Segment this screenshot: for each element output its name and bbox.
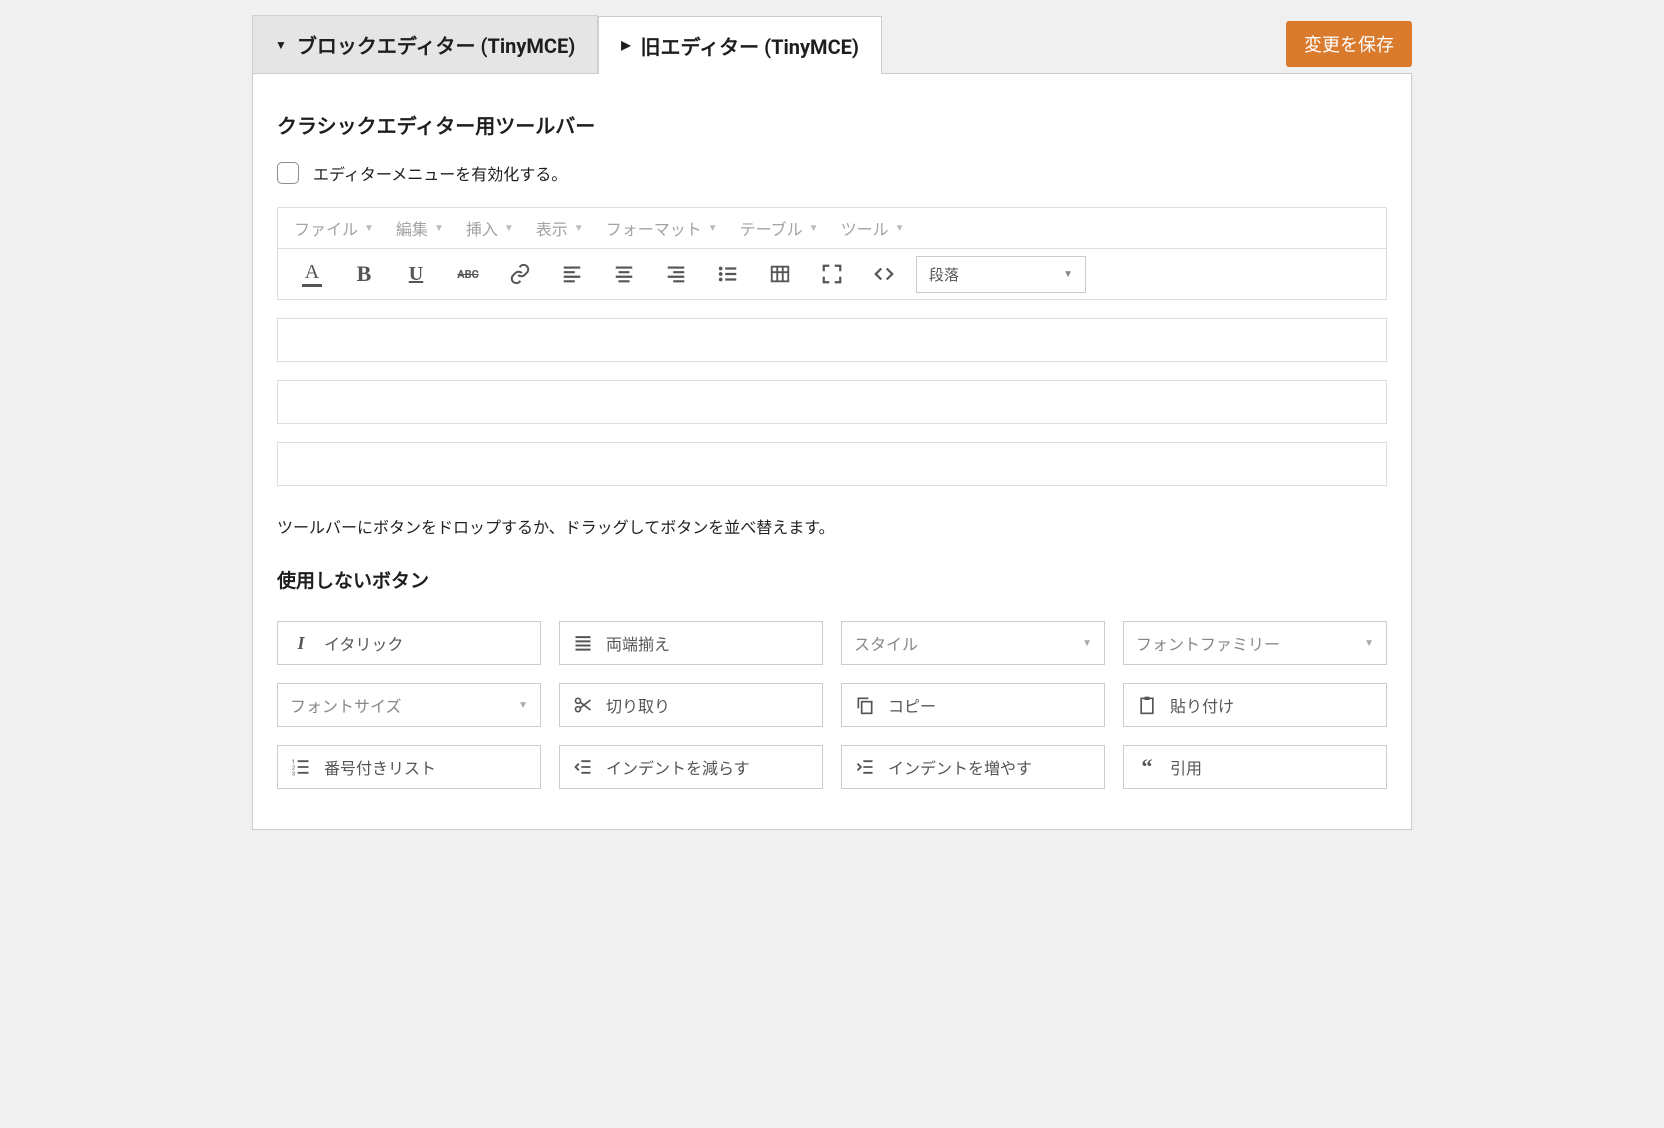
toolbar-row-3[interactable] bbox=[277, 380, 1387, 424]
chevron-down-icon: ▼ bbox=[708, 223, 718, 234]
link-icon bbox=[509, 263, 531, 285]
italic-icon: I bbox=[290, 633, 312, 654]
unused-font-family-select[interactable]: フォントファミリー ▼ bbox=[1123, 621, 1387, 665]
menu-table: テーブル▼ bbox=[740, 216, 819, 240]
unused-blockquote[interactable]: “ 引用 bbox=[1123, 745, 1387, 789]
clipboard-icon bbox=[1136, 695, 1158, 715]
unused-buttons-grid: I イタリック 両端揃え スタイル ▼ フォントファミリー ▼ フォントサイズ … bbox=[277, 621, 1387, 789]
outdent-icon bbox=[572, 757, 594, 777]
menu-tools: ツール▼ bbox=[841, 216, 905, 240]
section-title: クラシックエディター用ツールバー bbox=[277, 110, 1387, 139]
save-button[interactable]: 変更を保存 bbox=[1286, 21, 1412, 67]
align-center-icon bbox=[613, 263, 635, 285]
fullscreen-button[interactable] bbox=[806, 255, 858, 293]
list-ul-icon bbox=[717, 263, 739, 285]
align-center-button[interactable] bbox=[598, 255, 650, 293]
caret-right-icon: ▶ bbox=[621, 38, 630, 52]
align-justify-icon bbox=[572, 633, 594, 653]
copy-icon bbox=[854, 695, 876, 715]
expand-icon bbox=[821, 263, 843, 285]
bullet-list-button[interactable] bbox=[702, 255, 754, 293]
unused-buttons-title: 使用しないボタン bbox=[277, 566, 1387, 593]
unused-ordered-list[interactable]: 123 番号付きリスト bbox=[277, 745, 541, 789]
text-color-button[interactable]: A bbox=[302, 261, 322, 287]
scissors-icon bbox=[572, 695, 594, 715]
underline-button[interactable]: U bbox=[390, 255, 442, 293]
bold-button[interactable]: B bbox=[338, 255, 390, 293]
enable-menu-checkbox-row[interactable]: エディターメニューを有効化する。 bbox=[277, 161, 1387, 185]
strikethrough-button[interactable]: ABC bbox=[442, 255, 494, 293]
editor-menubar: ファイル▼ 編集▼ 挿入▼ 表示▼ フォーマット▼ テーブル▼ ツール▼ bbox=[277, 207, 1387, 249]
menu-view: 表示▼ bbox=[536, 216, 584, 240]
unused-italic[interactable]: I イタリック bbox=[277, 621, 541, 665]
align-right-icon bbox=[665, 263, 687, 285]
svg-text:3: 3 bbox=[292, 771, 295, 777]
menu-edit: 編集▼ bbox=[396, 216, 444, 240]
table-button[interactable] bbox=[754, 255, 806, 293]
checkbox-enable-menu[interactable] bbox=[277, 162, 299, 184]
menu-insert: 挿入▼ bbox=[466, 216, 514, 240]
unused-font-size-select[interactable]: フォントサイズ ▼ bbox=[277, 683, 541, 727]
toolbar-row-4[interactable] bbox=[277, 442, 1387, 486]
unused-outdent[interactable]: インデントを減らす bbox=[559, 745, 823, 789]
unused-cut[interactable]: 切り取り bbox=[559, 683, 823, 727]
tab-label: ブロックエディター (TinyMCE) bbox=[297, 30, 575, 59]
chevron-down-icon: ▼ bbox=[518, 700, 528, 711]
toolbar-row-2[interactable] bbox=[277, 318, 1387, 362]
menu-file: ファイル▼ bbox=[294, 216, 374, 240]
chevron-down-icon: ▼ bbox=[434, 223, 444, 234]
table-icon bbox=[769, 263, 791, 285]
tab-classic-editor[interactable]: ▶ 旧エディター (TinyMCE) bbox=[598, 16, 882, 74]
chevron-down-icon: ▼ bbox=[1082, 638, 1092, 649]
code-icon bbox=[873, 263, 895, 285]
helper-text: ツールバーにボタンをドロップするか、ドラッグしてボタンを並べ替えます。 bbox=[277, 514, 1387, 538]
unused-justify[interactable]: 両端揃え bbox=[559, 621, 823, 665]
indent-icon bbox=[854, 757, 876, 777]
unused-indent[interactable]: インデントを増やす bbox=[841, 745, 1105, 789]
quote-icon: “ bbox=[1136, 760, 1158, 774]
align-left-button[interactable] bbox=[546, 255, 598, 293]
unused-style-select[interactable]: スタイル ▼ bbox=[841, 621, 1105, 665]
chevron-down-icon: ▼ bbox=[574, 223, 584, 234]
caret-down-icon: ▼ bbox=[275, 38, 287, 52]
chevron-down-icon: ▼ bbox=[364, 223, 374, 234]
chevron-down-icon: ▼ bbox=[1364, 638, 1374, 649]
unused-paste[interactable]: 貼り付け bbox=[1123, 683, 1387, 727]
format-select-label: 段落 bbox=[929, 264, 959, 285]
link-button[interactable] bbox=[494, 255, 546, 293]
chevron-down-icon: ▼ bbox=[809, 223, 819, 234]
list-ol-icon: 123 bbox=[290, 757, 312, 777]
chevron-down-icon: ▼ bbox=[504, 223, 514, 234]
tab-block-editor[interactable]: ▼ ブロックエディター (TinyMCE) bbox=[252, 15, 598, 73]
code-button[interactable] bbox=[858, 255, 910, 293]
tabs-row: ▼ ブロックエディター (TinyMCE) ▶ 旧エディター (TinyMCE)… bbox=[252, 15, 1412, 73]
chevron-down-icon: ▼ bbox=[1063, 269, 1073, 280]
settings-panel: クラシックエディター用ツールバー エディターメニューを有効化する。 ファイル▼ … bbox=[252, 73, 1412, 830]
format-select[interactable]: 段落 ▼ bbox=[916, 256, 1086, 293]
chevron-down-icon: ▼ bbox=[895, 223, 905, 234]
toolbar-row-1[interactable]: A B U ABC bbox=[277, 248, 1387, 300]
menu-format: フォーマット▼ bbox=[606, 216, 718, 240]
enable-menu-label: エディターメニューを有効化する。 bbox=[313, 161, 567, 185]
unused-copy[interactable]: コピー bbox=[841, 683, 1105, 727]
align-right-button[interactable] bbox=[650, 255, 702, 293]
align-left-icon bbox=[561, 263, 583, 285]
tab-label: 旧エディター (TinyMCE) bbox=[641, 31, 859, 60]
